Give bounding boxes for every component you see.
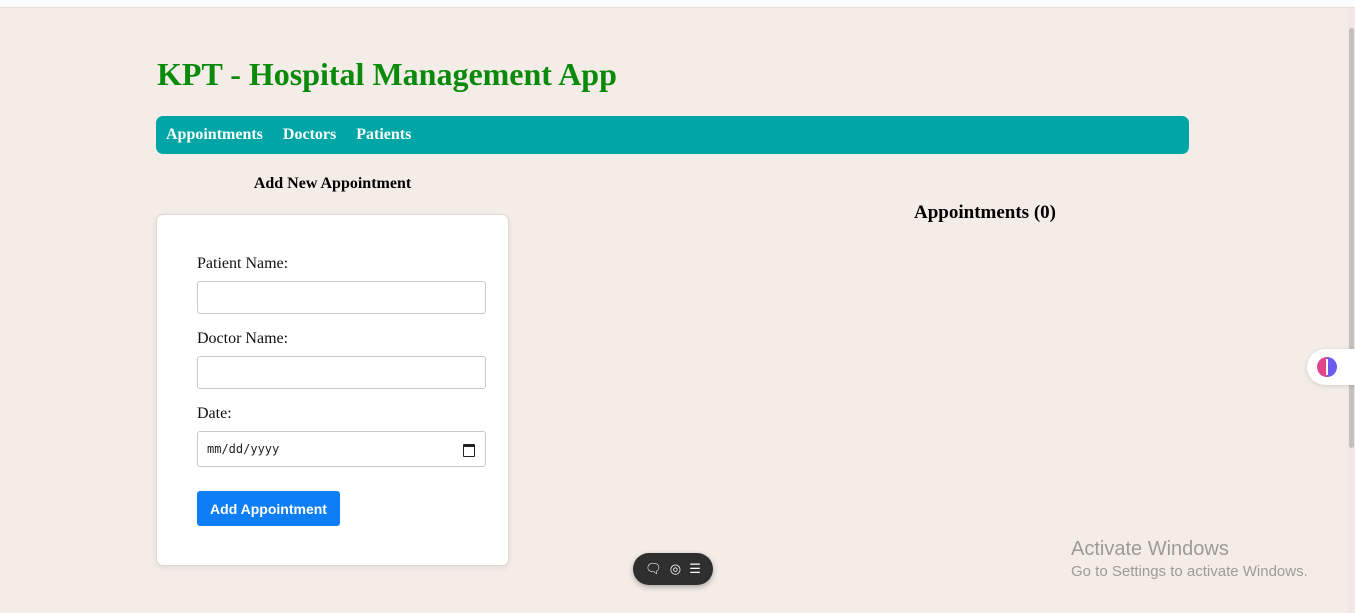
- windows-watermark-subtitle: Go to Settings to activate Windows.: [1071, 563, 1308, 580]
- date-placeholder: mm/dd/yyyy: [207, 442, 280, 456]
- side-assistant-widget[interactable]: [1307, 349, 1355, 385]
- brain-icon[interactable]: [1317, 357, 1337, 377]
- date-label: Date:: [197, 405, 232, 422]
- nav-link-doctors[interactable]: Doctors: [283, 126, 336, 144]
- appointments-heading: Appointments (0): [914, 202, 1056, 223]
- appointment-form-card: Patient Name: Doctor Name: Date: mm/dd/y…: [156, 214, 509, 566]
- add-appointment-button[interactable]: Add Appointment: [197, 491, 340, 526]
- menu-icon[interactable]: ☰: [689, 563, 701, 576]
- date-input[interactable]: mm/dd/yyyy: [197, 431, 486, 467]
- calendar-icon[interactable]: [463, 443, 475, 457]
- nav-link-appointments[interactable]: Appointments: [166, 126, 263, 144]
- main-navbar: Appointments Doctors Patients: [156, 116, 1189, 154]
- chat-icon[interactable]: 🗨︎: [645, 563, 662, 576]
- page-scrollbar[interactable]: [1348, 8, 1355, 613]
- floating-toolbar: 🗨︎ ◎ ☰: [633, 553, 713, 585]
- patient-name-label: Patient Name:: [197, 255, 289, 272]
- patient-name-input[interactable]: [197, 281, 486, 314]
- screenshot-icon[interactable]: ◎: [670, 563, 681, 576]
- doctor-name-label: Doctor Name:: [197, 330, 289, 347]
- form-heading: Add New Appointment: [253, 175, 412, 192]
- doctor-name-input[interactable]: [197, 356, 486, 389]
- nav-link-patients[interactable]: Patients: [356, 126, 411, 144]
- page-title: KPT - Hospital Management App: [157, 56, 617, 92]
- scrollbar-thumb[interactable]: [1349, 28, 1354, 448]
- browser-top-strip: [0, 0, 1355, 8]
- windows-watermark-title: Activate Windows: [1071, 538, 1229, 560]
